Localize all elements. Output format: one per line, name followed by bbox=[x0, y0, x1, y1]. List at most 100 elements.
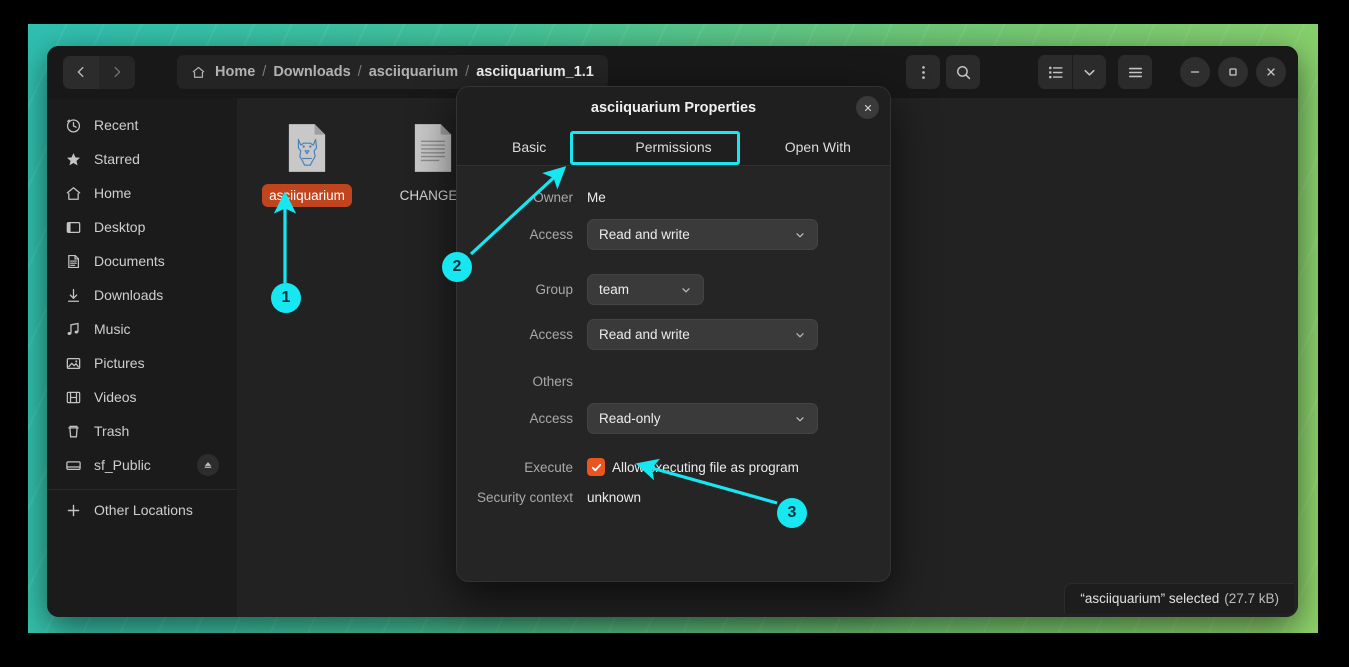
security-context-label: Security context bbox=[457, 490, 587, 505]
chevron-right-icon bbox=[110, 65, 124, 79]
screenshot-root: Home / Downloads / asciiquarium / asciiq… bbox=[0, 0, 1349, 667]
list-view-icon bbox=[1047, 64, 1064, 81]
security-context-row: Security context unknown bbox=[457, 490, 890, 505]
breadcrumb[interactable]: Home / Downloads / asciiquarium / asciiq… bbox=[177, 55, 608, 89]
status-text: “asciiquarium” selected bbox=[1080, 591, 1219, 606]
sidebar-item-label: Trash bbox=[94, 423, 129, 439]
more-vertical-icon bbox=[915, 64, 932, 81]
chevron-down-icon bbox=[680, 284, 692, 296]
star-icon bbox=[65, 151, 82, 168]
dialog-title: asciiquarium Properties bbox=[591, 100, 756, 116]
sidebar-item-desktop[interactable]: Desktop bbox=[55, 212, 229, 242]
execute-checkbox[interactable] bbox=[587, 458, 605, 476]
status-bar: “asciiquarium” selected (27.7 kB) bbox=[1064, 583, 1294, 613]
back-button[interactable] bbox=[63, 56, 99, 89]
plus-icon bbox=[65, 502, 82, 519]
sidebar-item-recent[interactable]: Recent bbox=[55, 110, 229, 140]
breadcrumb-item-asciiquarium[interactable]: asciiquarium bbox=[369, 64, 458, 80]
eject-icon bbox=[203, 460, 213, 470]
breadcrumb-item-downloads[interactable]: Downloads bbox=[273, 64, 350, 80]
sidebar-item-other-locations[interactable]: Other Locations bbox=[55, 495, 229, 525]
main-menu-button[interactable] bbox=[1118, 55, 1152, 89]
sidebar-item-label: sf_Public bbox=[94, 457, 151, 473]
image-icon bbox=[65, 355, 82, 372]
home-icon bbox=[191, 65, 206, 80]
execute-checkbox-group[interactable]: Allow executing file as program bbox=[587, 458, 799, 476]
sidebar-item-label: Downloads bbox=[94, 287, 163, 303]
sidebar-item-label: Music bbox=[94, 321, 131, 337]
hamburger-menu-icon bbox=[1127, 64, 1144, 81]
trash-icon bbox=[65, 423, 82, 440]
forward-button[interactable] bbox=[99, 56, 135, 89]
sidebar-item-starred[interactable]: Starred bbox=[55, 144, 229, 174]
minimize-button[interactable] bbox=[1180, 57, 1210, 87]
group-access-select[interactable]: Read and write bbox=[587, 319, 818, 350]
others-label: Others bbox=[457, 374, 587, 389]
sidebar-item-videos[interactable]: Videos bbox=[55, 382, 229, 412]
owner-access-row: Access Read and write bbox=[457, 219, 890, 250]
owner-access-select[interactable]: Read and write bbox=[587, 219, 818, 250]
breadcrumb-separator: / bbox=[465, 64, 469, 80]
group-access-value: Read and write bbox=[599, 327, 690, 342]
checkmark-icon bbox=[590, 461, 603, 474]
permissions-form: Owner Me Access Read and write Group tea… bbox=[457, 166, 890, 505]
sidebar-item-label: Desktop bbox=[94, 219, 145, 235]
sidebar-item-sf-public[interactable]: sf_Public bbox=[55, 450, 229, 480]
sidebar-item-pictures[interactable]: Pictures bbox=[55, 348, 229, 378]
group-value: team bbox=[599, 282, 629, 297]
breadcrumb-item-current[interactable]: asciiquarium_1.1 bbox=[476, 64, 594, 80]
others-access-select[interactable]: Read-only bbox=[587, 403, 818, 434]
tab-label: Basic bbox=[512, 139, 546, 155]
film-icon bbox=[65, 389, 82, 406]
sidebar-item-label: Pictures bbox=[94, 355, 145, 371]
view-mode-group bbox=[1038, 55, 1106, 89]
others-access-label: Access bbox=[457, 411, 587, 426]
dialog-close-button[interactable] bbox=[856, 96, 879, 119]
chevron-down-icon bbox=[1081, 64, 1098, 81]
permissions-tab-highlight bbox=[570, 131, 740, 165]
view-options-dropdown[interactable] bbox=[1072, 55, 1106, 89]
others-row: Others bbox=[457, 374, 890, 389]
form-spacer bbox=[457, 364, 890, 374]
owner-row: Owner Me bbox=[457, 190, 890, 205]
text-file-icon bbox=[409, 120, 457, 176]
owner-access-label: Access bbox=[457, 227, 587, 242]
sidebar-item-home[interactable]: Home bbox=[55, 178, 229, 208]
tab-open-with[interactable]: Open With bbox=[746, 128, 890, 165]
file-label[interactable]: asciiquarium bbox=[262, 184, 352, 207]
home-icon bbox=[65, 185, 82, 202]
sidebar-item-documents[interactable]: Documents bbox=[55, 246, 229, 276]
sidebar-item-label: Other Locations bbox=[94, 502, 193, 518]
group-access-row: Access Read and write bbox=[457, 319, 890, 350]
maximize-icon bbox=[1227, 66, 1239, 78]
sidebar-item-music[interactable]: Music bbox=[55, 314, 229, 344]
close-button[interactable] bbox=[1256, 57, 1286, 87]
sidebar-item-label: Recent bbox=[94, 117, 138, 133]
tab-label: Open With bbox=[785, 139, 851, 155]
document-icon bbox=[65, 253, 82, 270]
sidebar-item-label: Documents bbox=[94, 253, 165, 269]
search-button[interactable] bbox=[946, 55, 980, 89]
file-item-asciiquarium[interactable]: asciiquarium bbox=[259, 120, 355, 207]
sidebar-item-trash[interactable]: Trash bbox=[55, 416, 229, 446]
chevron-down-icon bbox=[794, 329, 806, 341]
minimize-icon bbox=[1189, 66, 1201, 78]
list-view-button[interactable] bbox=[1038, 55, 1072, 89]
status-size: (27.7 kB) bbox=[1224, 591, 1279, 606]
eject-button[interactable] bbox=[197, 454, 219, 476]
chevron-down-icon bbox=[794, 229, 806, 241]
script-file-icon bbox=[283, 120, 331, 176]
download-icon bbox=[65, 287, 82, 304]
sidebar-item-label: Starred bbox=[94, 151, 140, 167]
maximize-button[interactable] bbox=[1218, 57, 1248, 87]
form-spacer bbox=[457, 264, 890, 274]
owner-access-value: Read and write bbox=[599, 227, 690, 242]
chevron-down-icon bbox=[794, 413, 806, 425]
owner-label: Owner bbox=[457, 190, 587, 205]
group-access-label: Access bbox=[457, 327, 587, 342]
more-options-button[interactable] bbox=[906, 55, 940, 89]
breadcrumb-item-home[interactable]: Home bbox=[215, 64, 255, 80]
clock-icon bbox=[65, 117, 82, 134]
sidebar-item-downloads[interactable]: Downloads bbox=[55, 280, 229, 310]
group-select[interactable]: team bbox=[587, 274, 704, 305]
